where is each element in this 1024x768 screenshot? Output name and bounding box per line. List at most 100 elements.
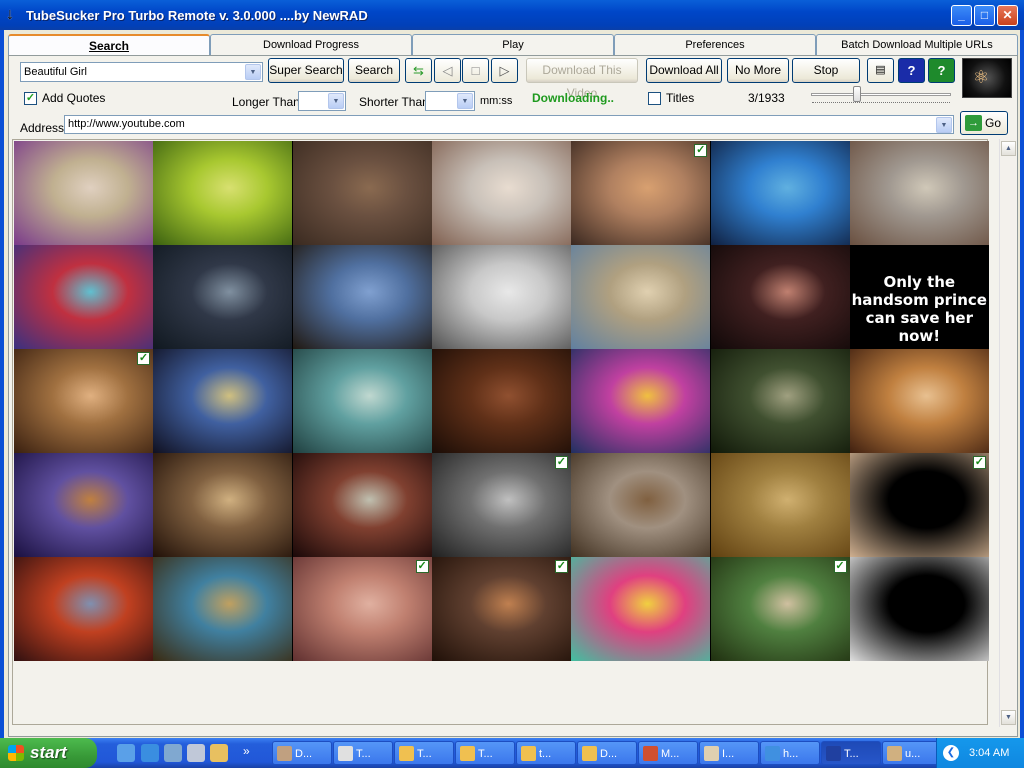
video-thumbnail[interactable] — [14, 141, 153, 245]
selected-check-icon[interactable]: ✓ — [137, 352, 150, 365]
taskbar-task[interactable]: T... — [821, 741, 881, 765]
taskbar-task[interactable]: T... — [333, 741, 393, 765]
selected-check-icon[interactable]: ✓ — [972, 456, 986, 469]
next-icon[interactable]: ▷ — [491, 58, 518, 83]
taskbar-task[interactable]: T... — [455, 741, 515, 765]
selected-check-icon[interactable]: ✓ — [833, 560, 847, 573]
scroll-down-icon[interactable]: ▼ — [1001, 710, 1016, 725]
video-thumbnail[interactable] — [292, 349, 432, 453]
add-quotes-checkbox[interactable]: ✓ — [24, 92, 37, 105]
video-thumbnail[interactable] — [153, 349, 293, 453]
time-unit-label: mm:ss — [480, 95, 513, 107]
video-thumbnail[interactable] — [849, 141, 989, 245]
refresh-icon[interactable]: ⇆ — [405, 58, 432, 83]
chevron-down-icon[interactable]: ▼ — [457, 93, 473, 109]
taskbar-task[interactable]: u... — [882, 741, 942, 765]
start-button[interactable]: start — [0, 738, 97, 768]
minimize-button[interactable]: _ — [951, 5, 972, 26]
chevron-more-icon[interactable]: » — [243, 744, 250, 758]
video-thumbnail[interactable] — [153, 141, 293, 245]
go-button[interactable]: → Go — [960, 111, 1008, 135]
scroll-up-icon[interactable]: ▲ — [1001, 141, 1016, 156]
task-app-icon — [338, 746, 353, 761]
video-thumbnail[interactable] — [571, 245, 711, 349]
video-thumbnail[interactable] — [153, 245, 293, 349]
titles-checkbox[interactable] — [648, 92, 661, 105]
address-field[interactable]: http://www.youtube.com ▼ — [64, 115, 954, 134]
video-thumbnail[interactable] — [153, 557, 293, 661]
taskbar-task[interactable]: M... — [638, 741, 698, 765]
selected-check-icon[interactable]: ✓ — [554, 560, 568, 573]
tray-expand-icon[interactable]: ❮ — [943, 745, 959, 761]
video-thumbnail[interactable]: ✓ — [14, 349, 153, 453]
shorter-than-combo[interactable]: ▼ — [425, 91, 475, 111]
speed-slider[interactable] — [811, 93, 951, 96]
selected-check-icon[interactable]: ✓ — [554, 456, 568, 469]
video-thumbnail[interactable] — [292, 141, 432, 245]
download-all-button[interactable]: Download All — [646, 58, 722, 83]
video-thumbnail[interactable] — [710, 141, 850, 245]
video-thumbnail[interactable] — [849, 349, 989, 453]
chevron-down-icon[interactable]: ▼ — [328, 93, 344, 109]
app-icon[interactable] — [187, 744, 205, 762]
taskbar-task[interactable]: I... — [699, 741, 759, 765]
info-icon[interactable]: ? — [928, 58, 955, 83]
desktop-icon[interactable] — [117, 744, 135, 762]
tab-play[interactable]: Play — [412, 34, 614, 56]
tab-download-progress[interactable]: Download Progress — [210, 34, 412, 56]
video-thumbnail[interactable] — [710, 453, 850, 557]
ie-icon[interactable] — [141, 744, 159, 762]
video-thumbnail[interactable] — [292, 453, 432, 557]
chevron-down-icon[interactable]: ▼ — [936, 117, 952, 133]
taskbar-task[interactable]: D... — [272, 741, 332, 765]
stop-button[interactable]: Stop — [792, 58, 860, 83]
video-thumbnail[interactable] — [710, 245, 850, 349]
tab-preferences[interactable]: Preferences — [614, 34, 816, 56]
video-thumbnail[interactable]: ✓ — [571, 141, 711, 245]
search-button[interactable]: Search — [348, 58, 400, 83]
maximize-button[interactable]: □ — [974, 5, 995, 26]
video-thumbnail[interactable] — [431, 141, 571, 245]
longer-than-combo[interactable]: ▼ — [298, 91, 346, 111]
video-thumbnail[interactable] — [153, 453, 293, 557]
video-thumbnail[interactable] — [571, 557, 711, 661]
super-search-button[interactable]: Super Search — [268, 58, 344, 83]
selected-check-icon[interactable]: ✓ — [694, 144, 708, 157]
video-thumbnail[interactable] — [14, 245, 153, 349]
video-thumbnail[interactable] — [571, 349, 711, 453]
selected-check-icon[interactable]: ✓ — [415, 560, 429, 573]
video-thumbnail[interactable]: ✓ — [849, 453, 989, 557]
video-thumbnail[interactable] — [14, 453, 153, 557]
no-more-button[interactable]: No More — [727, 58, 789, 83]
taskbar-task[interactable]: D... — [577, 741, 637, 765]
video-thumbnail[interactable]: ✓ — [710, 557, 850, 661]
vertical-scrollbar[interactable]: ▲ ▼ — [999, 139, 1016, 727]
search-query-combo[interactable]: Beautiful Girl ▼ — [20, 62, 263, 82]
stop-square-icon[interactable]: □ — [462, 58, 489, 83]
taskbar-task[interactable]: h... — [760, 741, 820, 765]
tab-search[interactable]: Search — [8, 34, 210, 57]
taskbar-task[interactable]: T... — [394, 741, 454, 765]
video-thumbnail[interactable] — [431, 245, 571, 349]
video-thumbnail[interactable]: ✓ — [431, 557, 571, 661]
window-icon[interactable]: ▤ — [867, 58, 894, 83]
previous-icon[interactable]: ◁ — [434, 58, 461, 83]
tab-batch-download[interactable]: Batch Download Multiple URLs — [816, 34, 1018, 56]
chevron-down-icon[interactable]: ▼ — [245, 64, 261, 80]
video-thumbnail[interactable] — [710, 349, 850, 453]
video-thumbnail[interactable]: Only the handsom prince can save her now… — [849, 245, 989, 349]
media-icon[interactable] — [164, 744, 182, 762]
help-icon[interactable]: ? — [898, 58, 925, 83]
video-thumbnail[interactable] — [431, 349, 571, 453]
video-thumbnail[interactable]: ✓ — [431, 453, 571, 557]
video-thumbnail[interactable] — [571, 453, 711, 557]
folder-icon[interactable] — [210, 744, 228, 762]
download-this-video-button[interactable]: Download This Video — [526, 58, 638, 100]
video-thumbnail[interactable] — [849, 557, 989, 661]
video-thumbnail[interactable] — [14, 557, 153, 661]
video-thumbnail[interactable] — [292, 245, 432, 349]
speed-slider-thumb[interactable] — [853, 86, 862, 102]
video-thumbnail[interactable]: ✓ — [292, 557, 432, 661]
close-button[interactable]: ✕ — [997, 5, 1018, 26]
taskbar-task[interactable]: t... — [516, 741, 576, 765]
